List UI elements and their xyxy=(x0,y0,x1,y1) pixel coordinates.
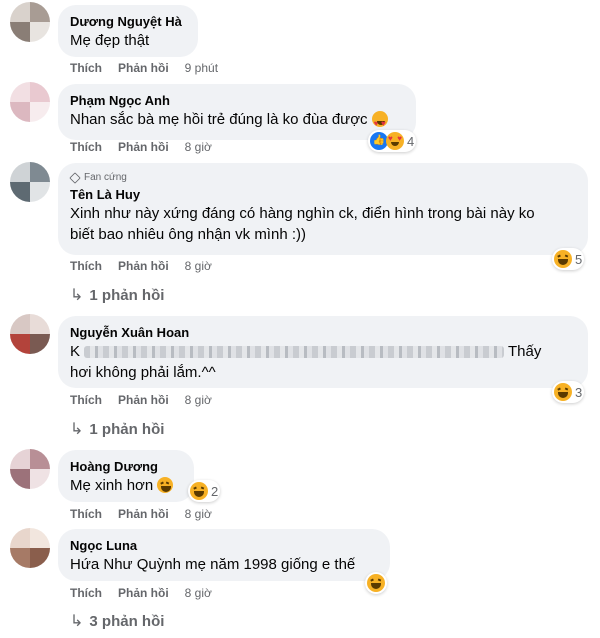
comment-actions: Thích Phản hồi 8 giờ xyxy=(70,586,212,600)
comment-bubble: Phạm Ngọc Anh Nhan sắc bà mẹ hồi trẻ đún… xyxy=(58,84,416,140)
fan-badge: Fan cứng xyxy=(69,171,576,185)
like-button[interactable]: Thích xyxy=(70,507,102,521)
commenter-name[interactable]: Phạm Ngọc Anh xyxy=(70,92,404,109)
reply-button[interactable]: Phản hồi xyxy=(118,393,169,407)
comment-actions: Thích Phản hồi 8 giờ xyxy=(70,507,212,521)
diamond-icon xyxy=(69,172,81,184)
commenter-name[interactable]: Ngọc Luna xyxy=(70,537,378,554)
heart-eyes-emoji xyxy=(386,132,404,150)
like-button[interactable]: Thích xyxy=(70,259,102,273)
commenter-name[interactable]: Hoàng Dương xyxy=(70,458,182,475)
reaction-summary[interactable]: 👍 4 xyxy=(368,130,417,152)
comment-text: Hứa Như Quỳnh mẹ năm 1998 giống e thế xyxy=(70,556,356,573)
like-button[interactable]: Thích xyxy=(70,140,102,154)
reply-button[interactable]: Phản hồi xyxy=(118,259,169,273)
comment-text-line-2: hơi không phải lắm.^^ xyxy=(70,364,216,381)
reaction-summary[interactable]: 3 xyxy=(552,381,585,403)
reply-arrow-icon: ↳ xyxy=(70,287,84,304)
commenter-name[interactable]: Dương Nguyệt Hà xyxy=(70,13,186,30)
reply-button[interactable]: Phản hồi xyxy=(118,507,169,521)
comment-actions: Thích Phản hồi 8 giờ xyxy=(70,259,212,273)
avatar[interactable] xyxy=(10,314,50,354)
timestamp[interactable]: 8 giờ xyxy=(185,259,212,273)
reaction-count: 2 xyxy=(211,483,219,499)
commenter-name[interactable]: Tên Là Huy xyxy=(70,186,576,203)
comment-actions: Thích Phản hồi 8 giờ xyxy=(70,393,212,407)
commenter-name[interactable]: Nguyễn Xuân Hoan xyxy=(70,324,576,341)
comment-actions: Thích Phản hồi 9 phút xyxy=(70,61,218,75)
haha-emoji-icon xyxy=(190,482,208,500)
replies-count: 1 phản hồi xyxy=(89,420,165,438)
haha-emoji-icon xyxy=(554,250,572,268)
reaction-summary[interactable]: 2 xyxy=(188,480,221,502)
like-button[interactable]: Thích xyxy=(70,586,102,600)
like-button[interactable]: Thích xyxy=(70,61,102,75)
reaction-count: 4 xyxy=(407,133,415,149)
comment-text-line-2: biết bao nhiêu ông nhận vk mình :)) xyxy=(70,226,306,243)
avatar[interactable] xyxy=(10,162,50,202)
reply-arrow-icon: ↳ xyxy=(70,613,84,630)
timestamp[interactable]: 8 giờ xyxy=(185,507,212,521)
avatar[interactable] xyxy=(10,449,50,489)
view-replies-link[interactable]: ↳ 1 phản hồi xyxy=(70,285,164,305)
reaction-summary[interactable]: 5 xyxy=(552,248,585,270)
comment-bubble: Dương Nguyệt Hà Mẹ đẹp thật xyxy=(58,5,198,57)
comment-bubble: Nguyễn Xuân Hoan K Thấy hơi không phải lắ… xyxy=(58,316,588,388)
timestamp[interactable]: 9 phút xyxy=(185,61,218,75)
comment-bubble: Hoàng Dương Mẹ xinh hơn xyxy=(58,450,194,502)
reply-button[interactable]: Phản hồi xyxy=(118,586,169,600)
timestamp[interactable]: 8 giờ xyxy=(185,586,212,600)
comment-text-line-1: Xinh như này xứng đáng có hàng nghìn ck,… xyxy=(70,205,535,222)
reaction-count: 5 xyxy=(575,251,583,267)
replies-count: 1 phản hồi xyxy=(89,286,165,304)
laughing-emoji xyxy=(157,477,174,493)
comment-text: Nhan sắc bà mẹ hồi trẻ đúng là ko đùa đư… xyxy=(70,109,404,134)
timestamp[interactable]: 8 giờ xyxy=(185,140,212,154)
avatar[interactable] xyxy=(10,82,50,122)
reply-arrow-icon: ↳ xyxy=(70,421,84,438)
heart-eyes-emoji xyxy=(371,111,388,134)
comment-text: Mẹ xinh hơn xyxy=(70,475,182,496)
reply-button[interactable]: Phản hồi xyxy=(118,61,169,75)
view-replies-link[interactable]: ↳ 1 phản hồi xyxy=(70,419,164,439)
redacted-text xyxy=(84,346,505,359)
timestamp[interactable]: 8 giờ xyxy=(185,393,212,407)
reaction-summary[interactable] xyxy=(365,572,387,594)
avatar[interactable] xyxy=(10,528,50,568)
haha-emoji-icon xyxy=(367,574,385,592)
like-button[interactable]: Thích xyxy=(70,393,102,407)
reaction-count: 3 xyxy=(575,384,583,400)
view-replies-link[interactable]: ↳ 3 phản hồi xyxy=(70,611,164,631)
comment-actions: Thích Phản hồi 8 giờ xyxy=(70,140,212,154)
replies-count: 3 phản hồi xyxy=(89,612,165,630)
avatar[interactable] xyxy=(10,2,50,42)
comment-bubble: Fan cứng Tên Là Huy Xinh như này xứng đá… xyxy=(58,163,588,255)
comment-text: Mẹ đẹp thật xyxy=(70,32,150,49)
haha-emoji-icon xyxy=(554,383,572,401)
reply-button[interactable]: Phản hồi xyxy=(118,140,169,154)
comment-text-line-1: K Thấy xyxy=(70,343,542,360)
comment-bubble: Ngọc Luna Hứa Như Quỳnh mẹ năm 1998 giốn… xyxy=(58,529,390,581)
